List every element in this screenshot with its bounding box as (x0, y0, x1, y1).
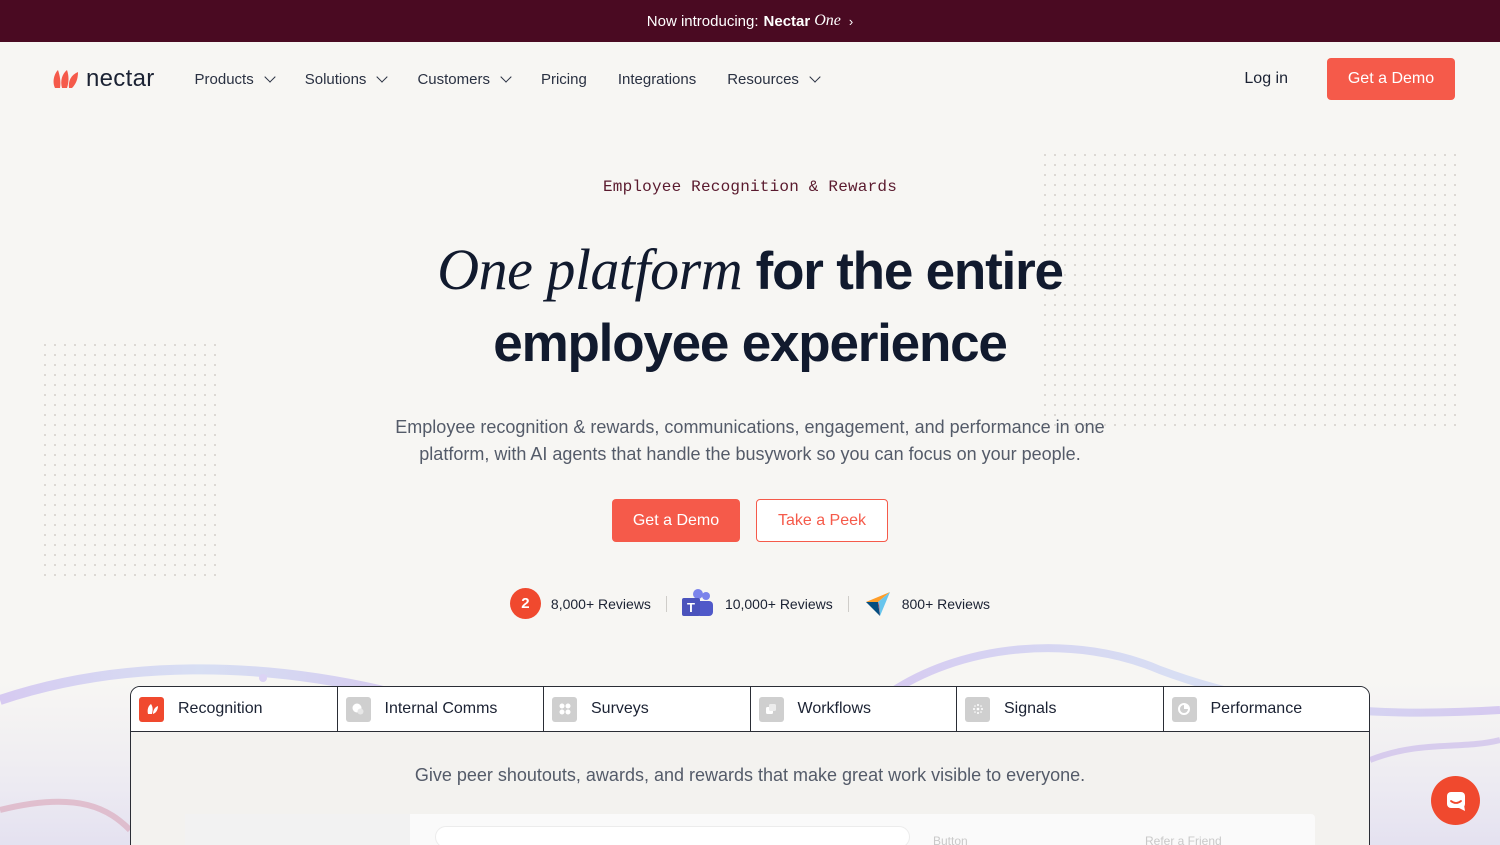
capterra-icon (865, 591, 890, 616)
tab-label: Internal Comms (384, 700, 498, 717)
headline-rest: for the entire (755, 242, 1064, 301)
tab-performance[interactable]: Performance (1164, 687, 1370, 731)
tab-label: Performance (1210, 700, 1303, 717)
tab-label: Workflows (797, 700, 872, 717)
app-preview: Button Refer a Friend (185, 814, 1315, 845)
nav-item-label: Products (194, 70, 254, 88)
logo[interactable]: nectar (52, 65, 155, 93)
announcement-brand: Nectar (763, 12, 811, 30)
recognition-icon (139, 696, 164, 722)
teams-letter: T (687, 600, 695, 615)
headline-line2: employee experience (493, 314, 1008, 373)
divider (847, 595, 849, 612)
tab-signals[interactable]: Signals (957, 687, 1164, 731)
review-count: 800+ Reviews (901, 595, 991, 612)
chevron-down-icon (264, 71, 276, 83)
preview-button-label: Button (933, 834, 968, 845)
chevron-down-icon (809, 71, 821, 83)
performance-icon (1171, 696, 1197, 722)
chat-icon (1446, 791, 1465, 811)
chevron-down-icon (376, 71, 389, 83)
nectar-logo-icon (53, 70, 78, 88)
tab-workflows[interactable]: Workflows (751, 687, 957, 731)
workflows-icon (758, 696, 784, 722)
logo-text: nectar (86, 65, 155, 92)
preview-refer-label: Refer a Friend (1145, 834, 1222, 845)
announcement-bar[interactable]: Now introducing: Nectar One › (0, 0, 1500, 42)
page-title: One platform for the entire employee exp… (0, 234, 1500, 380)
nav-item-label: Customers (417, 70, 490, 88)
tab-label: Signals (1004, 700, 1057, 717)
tab-label: Recognition (178, 700, 263, 717)
eyebrow-label: Employee Recognition & Rewards (602, 178, 898, 196)
preview-sidebar (185, 814, 410, 845)
product-tabs: Recognition Internal Comms Surveys Workf… (131, 687, 1369, 732)
review-teams[interactable]: T 10,000+ Reviews (681, 588, 833, 619)
tab-internal-comms[interactable]: Internal Comms (338, 687, 544, 731)
nav-actions: Log in Get a Demo (1244, 58, 1455, 100)
login-link[interactable]: Log in (1244, 70, 1288, 88)
nav-item-pricing[interactable]: Pricing (541, 71, 587, 88)
teams-icon: T (681, 588, 713, 616)
g2-icon: 2 (509, 588, 541, 619)
hero-demo-button[interactable]: Get a Demo (612, 499, 740, 542)
nav-item-label: Solutions (304, 70, 367, 88)
comms-icon (345, 696, 371, 722)
take-peek-button[interactable]: Take a Peek (756, 499, 888, 542)
nav-item-products[interactable]: Products (194, 70, 276, 88)
chevron-down-icon (500, 71, 512, 83)
tab-surveys[interactable]: Surveys (544, 687, 751, 731)
nav-item-solutions[interactable]: Solutions (304, 70, 389, 88)
signals-icon (965, 696, 990, 722)
tab-label: Surveys (591, 700, 649, 717)
review-count: 10,000+ Reviews (724, 595, 833, 612)
nav-item-customers[interactable]: Customers (417, 70, 512, 88)
nav-item-label: Pricing (540, 70, 587, 88)
announcement-product: One (814, 12, 841, 29)
get-demo-button[interactable]: Get a Demo (1327, 58, 1455, 100)
nav-item-label: Resources (727, 70, 799, 88)
nav-item-label: Integrations (617, 70, 697, 88)
nav-item-resources[interactable]: Resources (727, 70, 821, 88)
headline-serif: One platform (437, 237, 743, 302)
hero: Employee Recognition & Rewards One platf… (0, 178, 1500, 619)
preview-search (435, 826, 910, 845)
review-capterra[interactable]: 800+ Reviews (864, 590, 990, 618)
surveys-icon (552, 696, 577, 722)
divider (665, 595, 667, 612)
hero-subtitle: Employee recognition & rewards, communic… (395, 417, 1105, 464)
nav-item-integrations[interactable]: Integrations (618, 71, 696, 88)
product-showcase: Recognition Internal Comms Surveys Workf… (130, 686, 1370, 845)
cta-row: Get a Demo Take a Peek (0, 499, 1500, 542)
tab-recognition[interactable]: Recognition (131, 687, 338, 731)
announcement-prefix: Now introducing: (646, 12, 759, 30)
reviews-row: 2 8,000+ Reviews T 10,000+ Reviews 800+ … (0, 588, 1500, 619)
nav-menu: Products Solutions Customers Pricing Int… (194, 70, 821, 88)
main-nav: nectar Products Solutions Customers Pric… (0, 42, 1500, 116)
chat-launcher-button[interactable] (1431, 776, 1480, 825)
review-g2[interactable]: 2 8,000+ Reviews (509, 588, 651, 619)
tab-description: Give peer shoutouts, awards, and rewards… (414, 765, 1086, 785)
review-count: 8,000+ Reviews (550, 595, 651, 612)
chevron-right-icon: › (848, 13, 854, 29)
